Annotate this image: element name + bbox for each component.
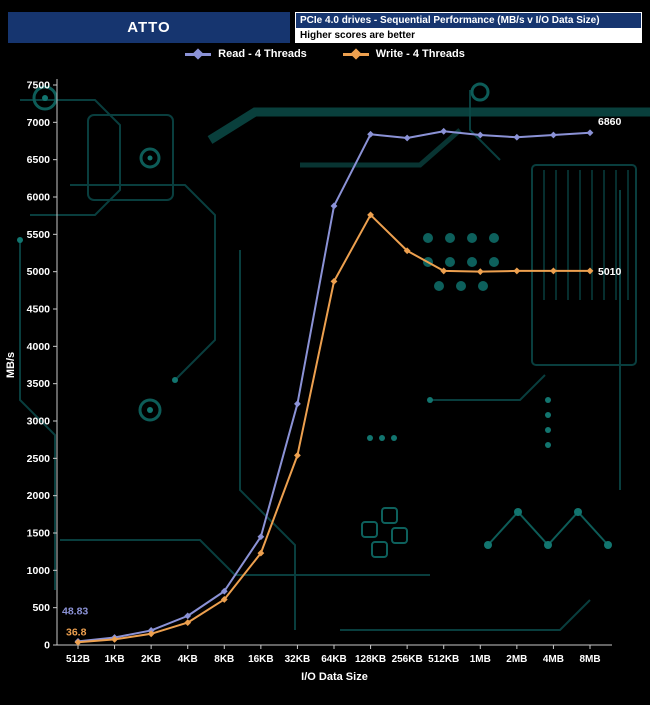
svg-text:64KB: 64KB	[321, 654, 347, 665]
svg-text:512KB: 512KB	[428, 654, 459, 665]
svg-text:1MB: 1MB	[470, 654, 491, 665]
svg-text:512B: 512B	[66, 654, 90, 665]
read-series-marker-icon	[192, 48, 204, 60]
svg-text:3000: 3000	[27, 416, 51, 428]
svg-text:2KB: 2KB	[141, 654, 161, 665]
svg-text:3500: 3500	[27, 378, 51, 390]
read-series-swatch	[185, 48, 212, 60]
benchmark-screenshot: ATTO PCIe 4.0 drives - Sequential Perfor…	[0, 0, 650, 705]
svg-text:2500: 2500	[27, 453, 51, 465]
svg-text:6500: 6500	[27, 154, 51, 166]
svg-text:MB/s: MB/s	[5, 352, 17, 378]
svg-text:I/O Data Size: I/O Data Size	[301, 671, 368, 683]
svg-text:8MB: 8MB	[579, 654, 600, 665]
svg-text:256KB: 256KB	[392, 654, 423, 665]
chart-title: PCIe 4.0 drives - Sequential Performance…	[295, 12, 642, 29]
svg-text:5000: 5000	[27, 266, 51, 278]
svg-text:1500: 1500	[27, 528, 51, 540]
legend-item-write: Write - 4 Threads	[342, 48, 465, 60]
svg-text:500: 500	[32, 602, 50, 614]
svg-text:16KB: 16KB	[248, 654, 274, 665]
write-series-marker-icon	[350, 48, 362, 60]
app-title: ATTO	[8, 12, 290, 43]
svg-text:4MB: 4MB	[543, 654, 564, 665]
svg-text:36.8: 36.8	[66, 626, 87, 638]
svg-text:7500: 7500	[27, 80, 51, 92]
svg-text:8KB: 8KB	[214, 654, 234, 665]
legend-item-read: Read - 4 Threads	[185, 48, 307, 60]
write-series-swatch	[342, 48, 369, 60]
svg-text:5010: 5010	[598, 266, 622, 278]
svg-text:128KB: 128KB	[355, 654, 386, 665]
svg-text:48.83: 48.83	[62, 605, 88, 617]
performance-chart: 0 500 1000 1500 2000 2500 3000 3500 4000 4500 5000…	[5, 79, 622, 683]
svg-text:0: 0	[44, 640, 50, 652]
svg-text:1KB: 1KB	[105, 654, 125, 665]
svg-text:2MB: 2MB	[506, 654, 527, 665]
chart-subtitle: Higher scores are better	[295, 29, 642, 43]
svg-text:32KB: 32KB	[285, 654, 311, 665]
chart-area: 0 500 1000 1500 2000 2500 3000 3500 4000 4500 5000…	[0, 70, 650, 690]
header: ATTO PCIe 4.0 drives - Sequential Perfor…	[8, 12, 642, 43]
svg-text:4000: 4000	[27, 341, 51, 353]
svg-text:7000: 7000	[27, 117, 51, 129]
legend: Read - 4 Threads Write - 4 Threads	[0, 48, 650, 60]
svg-text:4KB: 4KB	[178, 654, 198, 665]
svg-text:6860: 6860	[598, 116, 622, 128]
svg-text:6000: 6000	[27, 192, 51, 204]
svg-text:2000: 2000	[27, 490, 51, 502]
svg-text:1000: 1000	[27, 565, 51, 577]
legend-label-read: Read - 4 Threads	[218, 48, 307, 60]
legend-label-write: Write - 4 Threads	[375, 48, 465, 60]
svg-text:4500: 4500	[27, 304, 51, 316]
svg-text:5500: 5500	[27, 229, 51, 241]
title-column: PCIe 4.0 drives - Sequential Performance…	[295, 12, 642, 43]
